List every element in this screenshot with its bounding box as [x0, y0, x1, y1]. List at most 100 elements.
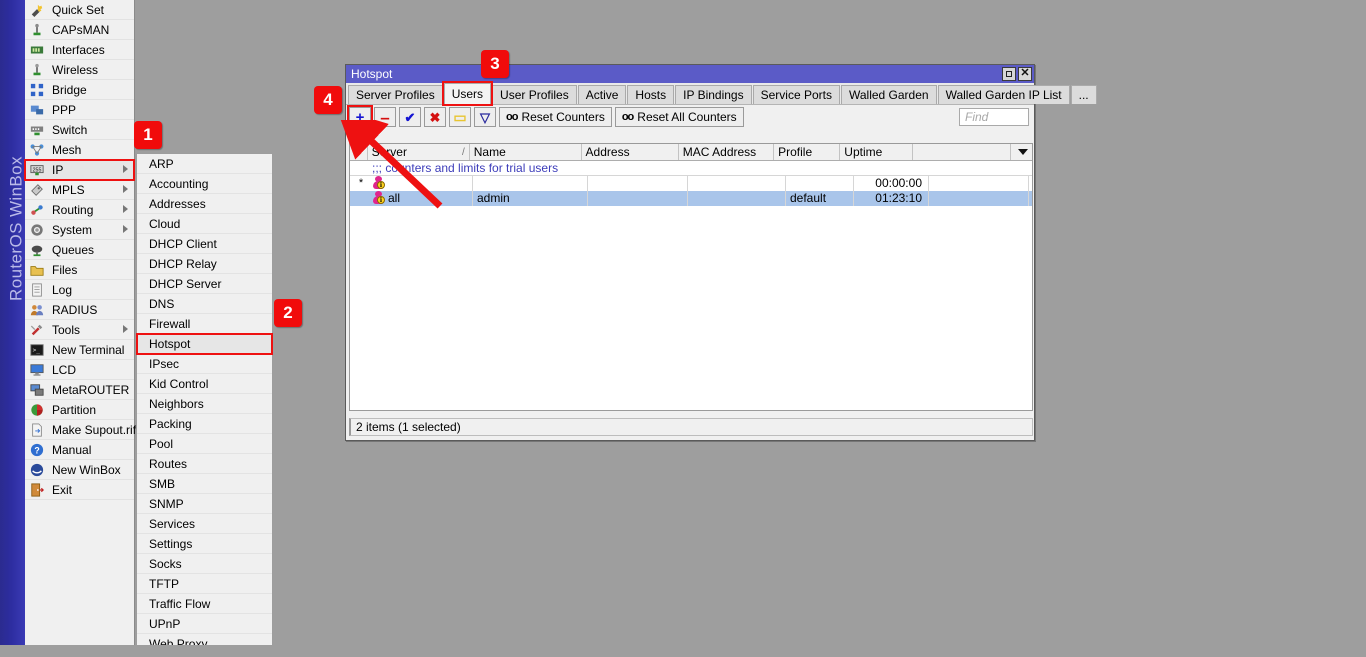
- submenu-item-hotspot[interactable]: Hotspot: [137, 334, 272, 354]
- submenu-item-traffic-flow[interactable]: Traffic Flow: [137, 594, 272, 614]
- submenu-item-arp[interactable]: ARP: [137, 154, 272, 174]
- tab-active[interactable]: Active: [578, 85, 627, 104]
- tab-[interactable]: ...: [1071, 85, 1097, 104]
- reset-counters-label: Reset Counters: [521, 108, 604, 126]
- submenu-item-neighbors[interactable]: Neighbors: [137, 394, 272, 414]
- column-header-address[interactable]: Address: [582, 144, 679, 160]
- column-header-name[interactable]: Name: [470, 144, 582, 160]
- disable-button[interactable]: ✖: [424, 107, 446, 127]
- submenu-item-kid-control[interactable]: Kid Control: [137, 374, 272, 394]
- menu-item-mesh[interactable]: Mesh: [25, 140, 134, 160]
- submenu-item-socks[interactable]: Socks: [137, 554, 272, 574]
- menu-item-make-supout-rif[interactable]: Make Supout.rif: [25, 420, 134, 440]
- users-table[interactable]: Server/NameAddressMAC AddressProfileUpti…: [349, 143, 1033, 411]
- reset-all-counters-button[interactable]: oo Reset All Counters: [615, 107, 744, 127]
- submenu-item-dhcp-server[interactable]: DHCP Server: [137, 274, 272, 294]
- menu-item-system[interactable]: System: [25, 220, 134, 240]
- submenu-item-addresses[interactable]: Addresses: [137, 194, 272, 214]
- table-header[interactable]: Server/NameAddressMAC AddressProfileUpti…: [350, 144, 1032, 161]
- add-button[interactable]: +: [349, 107, 371, 127]
- reset-counters-button[interactable]: oo Reset Counters: [499, 107, 612, 127]
- maximize-icon[interactable]: [1002, 67, 1016, 81]
- menu-item-lcd[interactable]: LCD: [25, 360, 134, 380]
- submenu-item-services[interactable]: Services: [137, 514, 272, 534]
- menu-item-ip[interactable]: 255IP: [25, 160, 134, 180]
- window-titlebar[interactable]: Hotspot ✕: [346, 65, 1034, 83]
- menu-item-wireless[interactable]: Wireless: [25, 60, 134, 80]
- menu-item-manual[interactable]: ?Manual: [25, 440, 134, 460]
- submenu-item-label: DHCP Client: [149, 237, 217, 251]
- tab-walled-garden-ip-list[interactable]: Walled Garden IP List: [938, 85, 1070, 104]
- column-header-uptime[interactable]: Uptime: [840, 144, 913, 160]
- sort-indicator-icon: /: [462, 145, 465, 160]
- comment-button[interactable]: ▭: [449, 107, 471, 127]
- tab-server-profiles[interactable]: Server Profiles: [348, 85, 443, 104]
- tab-walled-garden[interactable]: Walled Garden: [841, 85, 937, 104]
- submenu-item-cloud[interactable]: Cloud: [137, 214, 272, 234]
- ip-submenu[interactable]: ARPAccounting Addresses Cloud DHCP Client DH…: [136, 153, 273, 657]
- capsman-icon: [30, 23, 44, 37]
- table-body[interactable]: ;;; counters and limits for trial users*…: [350, 161, 1032, 206]
- column-chooser-button[interactable]: [1011, 144, 1032, 160]
- menu-item-label: Exit: [52, 483, 72, 497]
- menu-item-queues[interactable]: Queues: [25, 240, 134, 260]
- menu-item-routing[interactable]: Routing: [25, 200, 134, 220]
- menu-item-metarouter[interactable]: MetaROUTER: [25, 380, 134, 400]
- menu-item-log[interactable]: Log: [25, 280, 134, 300]
- menu-item-tools[interactable]: Tools: [25, 320, 134, 340]
- submenu-item-upnp[interactable]: UPnP: [137, 614, 272, 634]
- cell-text: 00:00:00: [875, 176, 922, 190]
- submenu-item-settings[interactable]: Settings: [137, 534, 272, 554]
- tab-users[interactable]: Users: [444, 83, 491, 104]
- toolbar[interactable]: + – ✔ ✖ ▭ ▽ oo Reset Counters oo: [346, 105, 1034, 129]
- submenu-item-label: Addresses: [149, 197, 206, 211]
- tab-bar[interactable]: Server ProfilesUsersUser ProfilesActive H…: [346, 83, 1034, 105]
- find-input[interactable]: Find: [959, 108, 1029, 126]
- table-row[interactable]: *i00:00:00: [350, 176, 1032, 191]
- menu-item-quick-set[interactable]: Quick Set: [25, 0, 134, 20]
- menu-item-radius[interactable]: RADIUS: [25, 300, 134, 320]
- table-comment-row[interactable]: ;;; counters and limits for trial users: [350, 161, 1032, 176]
- submenu-item-firewall[interactable]: Firewall: [137, 314, 272, 334]
- menu-item-new-terminal[interactable]: >_New Terminal: [25, 340, 134, 360]
- counter-icon: oo: [506, 108, 517, 126]
- submenu-item-routes[interactable]: Routes: [137, 454, 272, 474]
- tab-user-profiles[interactable]: User Profiles: [492, 85, 577, 104]
- column-header-mac-address[interactable]: MAC Address: [679, 144, 774, 160]
- menu-item-switch[interactable]: Switch: [25, 120, 134, 140]
- submenu-item-pool[interactable]: Pool: [137, 434, 272, 454]
- menu-item-files[interactable]: Files: [25, 260, 134, 280]
- menu-item-capsman[interactable]: CAPsMAN: [25, 20, 134, 40]
- menu-item-partition[interactable]: Partition: [25, 400, 134, 420]
- tab-hosts[interactable]: Hosts: [627, 85, 674, 104]
- main-menu[interactable]: Quick SetCAPsMANInterfacesWirelessBridge…: [25, 0, 135, 657]
- tab-label: Hosts: [635, 88, 666, 102]
- column-header-server[interactable]: Server/: [368, 144, 470, 160]
- remove-button[interactable]: –: [374, 107, 396, 127]
- menu-item-mpls[interactable]: MPLS: [25, 180, 134, 200]
- submenu-item-packing[interactable]: Packing: [137, 414, 272, 434]
- submenu-item-dhcp-client[interactable]: DHCP Client: [137, 234, 272, 254]
- menu-item-new-winbox[interactable]: New WinBox: [25, 460, 134, 480]
- column-header-blank[interactable]: [913, 144, 1010, 160]
- submenu-item-accounting[interactable]: Accounting: [137, 174, 272, 194]
- hotspot-window[interactable]: Hotspot ✕ Server ProfilesUsersUser Profi…: [345, 64, 1035, 441]
- close-icon[interactable]: ✕: [1018, 67, 1032, 81]
- submenu-item-snmp[interactable]: SNMP: [137, 494, 272, 514]
- tab-ip-bindings[interactable]: IP Bindings: [675, 85, 752, 104]
- menu-item-interfaces[interactable]: Interfaces: [25, 40, 134, 60]
- menu-item-ppp[interactable]: PPP: [25, 100, 134, 120]
- submenu-item-tftp[interactable]: TFTP: [137, 574, 272, 594]
- menu-item-bridge[interactable]: Bridge: [25, 80, 134, 100]
- column-header-profile[interactable]: Profile: [774, 144, 840, 160]
- menu-item-exit[interactable]: Exit: [25, 480, 134, 500]
- cell-server: i: [368, 176, 473, 191]
- submenu-item-dhcp-relay[interactable]: DHCP Relay: [137, 254, 272, 274]
- submenu-item-dns[interactable]: DNS: [137, 294, 272, 314]
- tab-service-ports[interactable]: Service Ports: [753, 85, 840, 104]
- submenu-item-smb[interactable]: SMB: [137, 474, 272, 494]
- enable-button[interactable]: ✔: [399, 107, 421, 127]
- table-row[interactable]: ialladmindefault01:23:10: [350, 191, 1032, 206]
- filter-button[interactable]: ▽: [474, 107, 496, 127]
- submenu-item-ipsec[interactable]: IPsec: [137, 354, 272, 374]
